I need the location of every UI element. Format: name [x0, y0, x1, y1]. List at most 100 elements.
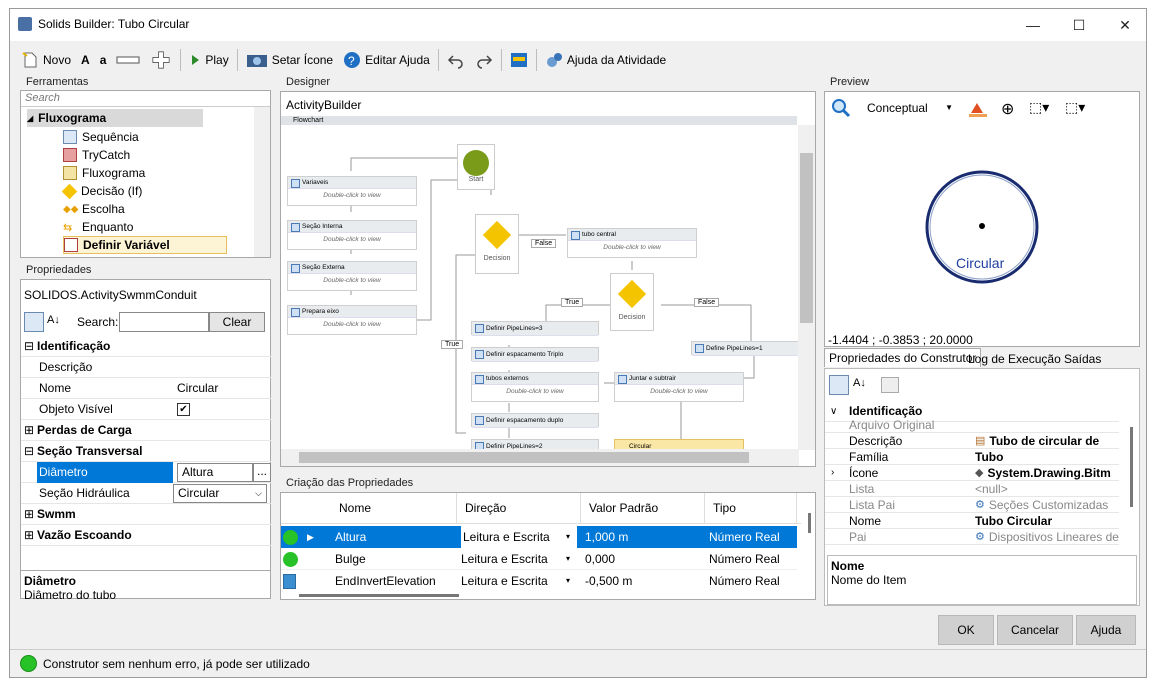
flow-node-prepara-eixo[interactable]: Prepara eixo Double-click to view: [287, 305, 417, 335]
column-header-valor[interactable]: Valor Padrão: [581, 493, 705, 524]
toolbox-scrollbar[interactable]: [254, 107, 270, 257]
cprop-row-familia[interactable]: Família Tubo: [825, 449, 1119, 465]
flow-node-secao-interna[interactable]: Seção Interna Double-click to view: [287, 220, 417, 250]
column-header-tipo[interactable]: Tipo: [705, 493, 797, 524]
paint-button[interactable]: [967, 99, 989, 119]
ajuda-atividade-button[interactable]: Ajuda da Atividade: [540, 47, 671, 73]
dropdown-arrow-icon[interactable]: ▾: [566, 526, 570, 548]
flow-node-variaveis[interactable]: Variaveis Double-click to view: [287, 176, 417, 206]
prop-row-objeto-visivel[interactable]: Objeto Visível ✔: [21, 399, 271, 420]
decision-node-2[interactable]: Decision: [610, 273, 654, 331]
flow-node-pipelines-1[interactable]: Define PipeLines=1: [691, 341, 801, 356]
novo-button[interactable]: Novo: [16, 47, 76, 73]
tab-propriedades-construtor[interactable]: Propriedades do Construtor: [824, 348, 982, 367]
column-header-nome[interactable]: Nome: [331, 493, 457, 524]
tree-group-fluxograma[interactable]: ◢ Fluxograma: [27, 109, 203, 127]
ajuda-button[interactable]: Ajuda: [1076, 615, 1136, 645]
prop-row-swmm[interactable]: ⊞ Swmm: [21, 504, 271, 525]
collapse-button[interactable]: [111, 47, 145, 73]
cell-direcao[interactable]: Leitura e Escrita: [461, 526, 577, 548]
designer-hscrollbar[interactable]: [281, 449, 799, 466]
undo-button[interactable]: [442, 47, 470, 73]
toolbox-item-decisao[interactable]: Decisão (If): [61, 182, 142, 200]
prop-row-perdas-de-carga[interactable]: ⊞ Perdas de Carga: [21, 420, 271, 441]
view-cube-button[interactable]: ⬚▾: [1029, 99, 1057, 119]
visual-style-select[interactable]: Conceptual ▼: [863, 99, 957, 118]
prop-row-secao-transversal[interactable]: ⊟ Seção Transversal: [21, 441, 271, 462]
property-pages-button[interactable]: [881, 377, 899, 393]
designer-vscrollbar[interactable]: [798, 125, 815, 450]
cprop-row-lista[interactable]: Lista <null>: [825, 481, 1119, 497]
properties-search-input[interactable]: [119, 312, 209, 332]
clear-button[interactable]: Clear: [209, 312, 265, 332]
secao-hidraulica-select[interactable]: Circular ⌵: [173, 483, 267, 503]
toolbox-item-trycatch[interactable]: TryCatch: [63, 146, 130, 164]
cprop-row-pai[interactable]: Pai ⚙ Dispositivos Lineares de: [825, 529, 1119, 545]
flow-node-tubos-externos[interactable]: tubos externos Double-click to view: [471, 372, 599, 402]
flow-node-pipelines-3[interactable]: Definir PipeLines=3: [471, 321, 599, 336]
font-smaller-button[interactable]: a: [95, 47, 112, 73]
toolbox-item-fluxograma[interactable]: Fluxograma: [63, 164, 145, 182]
prop-row-secao-hidraulica[interactable]: Seção Hidráulica Circular ⌵: [21, 483, 271, 504]
redo-button[interactable]: [470, 47, 498, 73]
grid-hscrollbar[interactable]: [299, 594, 459, 597]
flow-node-juntar-subtrair[interactable]: Juntar e subtrair Double-click to view: [614, 372, 744, 402]
flow-node-espacamento-triplo[interactable]: Definir espacamento Triplo: [471, 347, 599, 362]
expand-button[interactable]: [145, 47, 177, 73]
editar-ajuda-button[interactable]: ? Editar Ajuda: [338, 47, 435, 73]
toolbox-item-enquanto[interactable]: ⇆ Enquanto: [63, 218, 133, 236]
toolbox-search-input[interactable]: Search: [21, 91, 270, 107]
play-button[interactable]: Play: [184, 47, 233, 73]
flow-node-secao-externa[interactable]: Seção Externa Double-click to view: [287, 261, 417, 291]
alphabetical-sort-button[interactable]: A↓: [853, 377, 866, 389]
maximize-button[interactable]: ☐: [1056, 9, 1102, 41]
cell-direcao[interactable]: Leitura e Escrita: [461, 570, 548, 592]
table-row[interactable]: ▶ Altura Leitura e Escrita ▾ 1,000 m Núm…: [281, 526, 797, 548]
visible-checkbox[interactable]: ✔: [177, 402, 190, 416]
prop-row-diametro[interactable]: Diâmetro Altura...: [21, 461, 271, 483]
tab-saidas[interactable]: Saídas: [1060, 350, 1105, 368]
form-view-button[interactable]: [505, 47, 533, 73]
prop-row-descricao[interactable]: Descrição: [21, 357, 271, 378]
orbit-button[interactable]: ⊕: [1001, 99, 1023, 119]
toolbox-item-escolha[interactable]: ◆◆ Escolha: [63, 200, 125, 218]
close-button[interactable]: ✕: [1102, 9, 1148, 41]
minimize-button[interactable]: —: [1010, 9, 1056, 41]
cprop-row-lista-pai[interactable]: Lista Pai ⚙ Seções Customizadas: [825, 497, 1119, 513]
setar-icone-button[interactable]: Setar Ícone: [241, 47, 338, 73]
table-row[interactable]: EndInvertElevation Leitura e Escrita ▾ -…: [281, 570, 797, 592]
prop-row-vazao-escoando[interactable]: ⊞ Vazão Escoando: [21, 525, 271, 546]
zoom-button[interactable]: [831, 98, 851, 118]
scroll-thumb[interactable]: [800, 153, 813, 323]
cell-direcao[interactable]: Leitura e Escrita: [461, 548, 548, 570]
projection-button[interactable]: ⬚▾: [1065, 99, 1093, 119]
alphabetical-sort-button[interactable]: A↓: [47, 314, 60, 326]
cprop-row-icone[interactable]: › Ícone ◆ System.Drawing.Bitm: [825, 465, 1119, 481]
flow-node-espacamento-duplo[interactable]: Definir espacamento duplo: [471, 413, 599, 428]
table-row[interactable]: Bulge Leitura e Escrita ▾ 0,000 Número R…: [281, 548, 797, 570]
ok-button[interactable]: OK: [938, 615, 994, 645]
dropdown-arrow-icon[interactable]: ▾: [566, 548, 570, 570]
toolbox-item-sequencia[interactable]: Sequência: [63, 128, 139, 146]
font-bigger-button[interactable]: A: [76, 47, 95, 73]
dropdown-arrow-icon[interactable]: ▾: [566, 570, 570, 592]
breadcrumb[interactable]: ActivityBuilder: [286, 98, 361, 112]
start-node[interactable]: Start: [457, 144, 495, 190]
construtor-scrollbar[interactable]: [1130, 427, 1133, 507]
decision-node-1[interactable]: Decision: [475, 214, 519, 274]
toolbox-item-definir-variavel[interactable]: Definir Variável: [63, 236, 227, 254]
cancelar-button[interactable]: Cancelar: [997, 615, 1073, 645]
scroll-thumb[interactable]: [299, 452, 749, 463]
grid-vscrollbar[interactable]: [808, 513, 811, 533]
ellipsis-button[interactable]: ...: [253, 462, 271, 482]
cprop-row-descricao[interactable]: Descrição ▤ Tubo de circular de: [825, 433, 1119, 449]
tab-log-execucao[interactable]: Log de Execução: [964, 350, 1065, 368]
cprop-row-nome[interactable]: Nome Tubo Circular: [825, 513, 1119, 529]
prop-value-input[interactable]: Altura: [177, 462, 253, 482]
cprop-row-arquivo-original[interactable]: Arquivo Original: [825, 417, 1119, 433]
categorized-view-button[interactable]: [829, 375, 849, 395]
prop-row-nome[interactable]: Nome Circular: [21, 378, 271, 399]
categorized-view-button[interactable]: [24, 312, 44, 332]
flow-node-tubo-central[interactable]: tubo central Double-click to view: [567, 228, 697, 258]
prop-row-identificacao[interactable]: ⊟ Identificação: [21, 336, 271, 357]
